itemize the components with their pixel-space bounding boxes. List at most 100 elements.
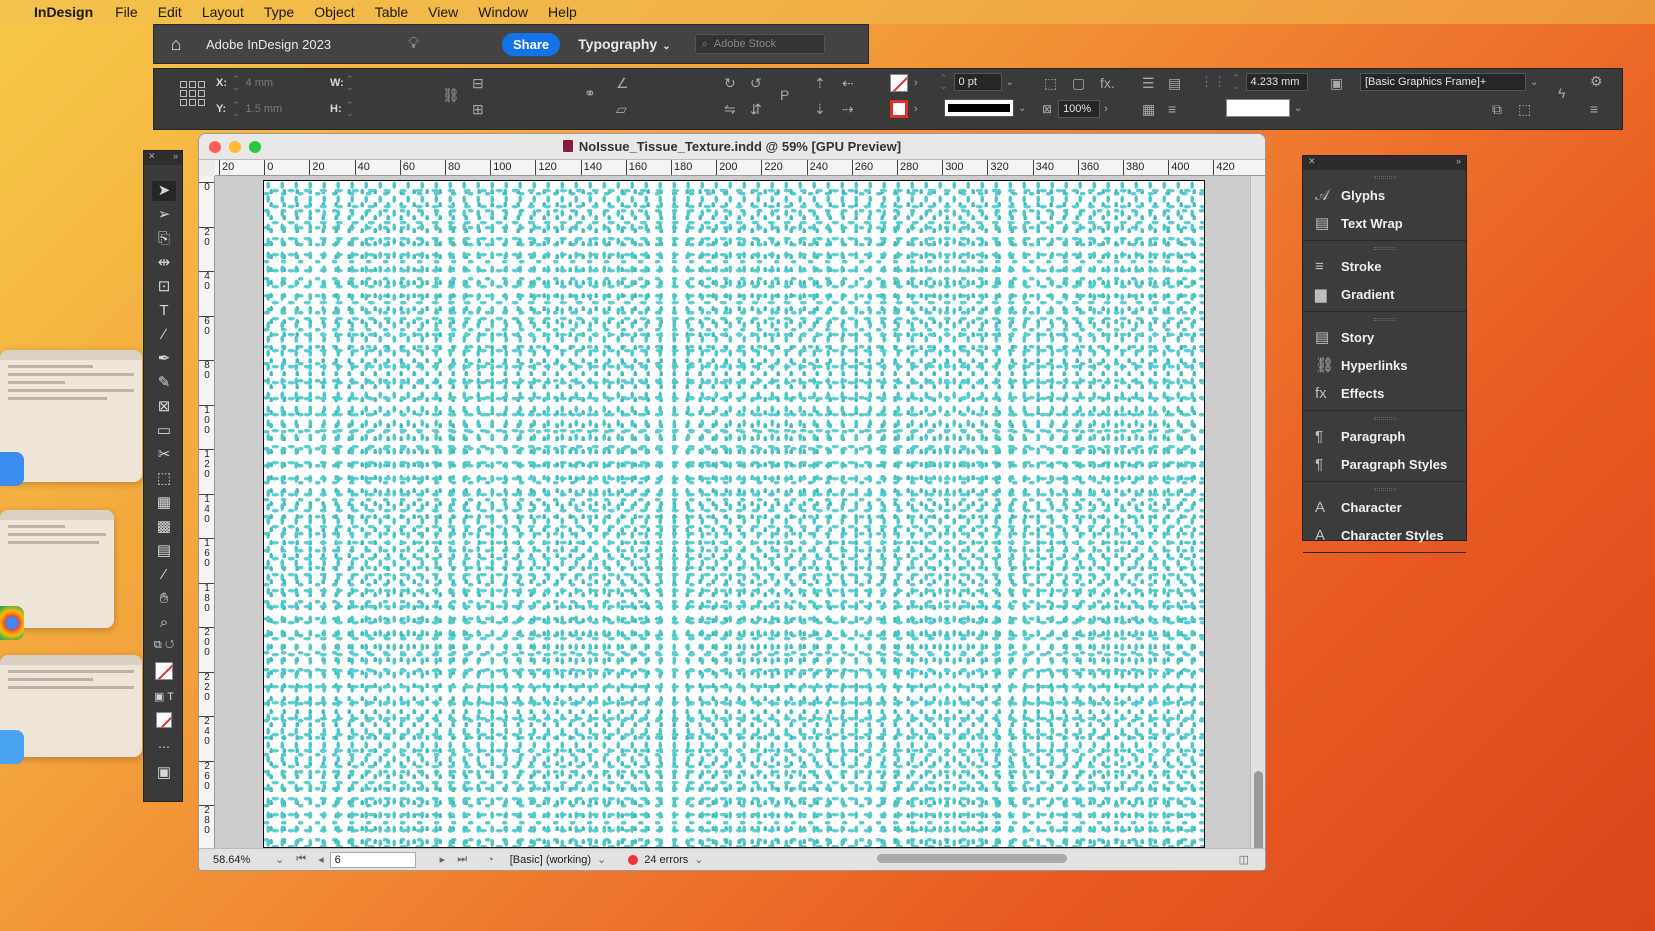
panel-group-grip[interactable] (1373, 318, 1396, 321)
scale-y-icon[interactable]: ⊞ (472, 101, 484, 118)
panel-item-gradient[interactable]: ▆ Gradient (1303, 280, 1466, 308)
collapse-icon[interactable]: » (173, 151, 178, 165)
last-page-icon[interactable]: ⏭ (457, 853, 467, 866)
stroke-align-icon[interactable]: ▢ (1072, 75, 1085, 92)
panel-menu-icon[interactable]: ≡ (1590, 101, 1598, 117)
opacity-value[interactable]: 100% (1058, 100, 1101, 118)
menu-help[interactable]: Help (538, 4, 587, 20)
direct-selection-tool-icon[interactable]: ➢ (152, 205, 176, 225)
free-transform-tool-icon[interactable]: ⬚ (152, 469, 176, 489)
clear-overrides-icon[interactable]: ⧉ (1492, 101, 1502, 118)
constrain-proportions-icon[interactable]: ⛓ (442, 87, 460, 104)
fill-stroke-swatch-icon[interactable] (152, 659, 176, 685)
gradient-swatch-tool-icon[interactable]: ▦ (152, 493, 176, 513)
text-wrap-none-icon[interactable]: ☰ (1142, 75, 1155, 92)
gap-tool-icon[interactable]: ⇹ (152, 253, 176, 273)
eyedropper-tool-icon[interactable]: ⁄ (152, 565, 176, 585)
menu-window[interactable]: Window (468, 4, 538, 20)
previous-page-icon[interactable]: ◂ (318, 853, 324, 866)
scissors-tool-icon[interactable]: ✂ (152, 445, 176, 465)
stroke-type-dropdown[interactable]: ⌄ (944, 99, 1026, 117)
content-collector-icon[interactable]: ⊡ (152, 277, 176, 297)
dimension-field[interactable]: ⋮⋮ ⌃ ⌄ 4.233 mm (1200, 73, 1308, 91)
home-icon[interactable]: ⌂ (154, 34, 198, 55)
rectangle-frame-tool-icon[interactable]: ⊠ (152, 397, 176, 417)
chevron-down-icon[interactable]: ⌄ (1018, 103, 1026, 114)
document-page-tissue-texture[interactable] (263, 180, 1205, 848)
vertical-ruler[interactable]: 0 20 40 60 80 100 120 140 160 180 200 220 240 260 280 (199, 176, 215, 850)
chevron-down-icon[interactable]: ⌄ (1530, 77, 1538, 88)
text-wrap-box-icon[interactable]: ▤ (1168, 75, 1181, 92)
workspace-switcher[interactable]: Typography ⌄ (578, 36, 670, 52)
select-previous-icon[interactable]: ⇠ (842, 75, 854, 92)
height-field[interactable]: H: ⌃ ⌄ (330, 101, 360, 118)
select-next-icon[interactable]: ⇢ (842, 101, 854, 118)
preflight-icon[interactable]: ◔ (487, 854, 494, 866)
rectangle-tool-icon[interactable]: ▭ (152, 421, 176, 441)
mail-app-icon[interactable] (0, 452, 24, 486)
lightbulb-icon[interactable]: 💡︎ (408, 35, 488, 53)
settings-gear-icon[interactable]: ⚙ (1590, 73, 1603, 90)
object-style-value[interactable]: [Basic Graphics Frame]+ (1360, 73, 1526, 91)
stroke-swatch[interactable]: › (890, 100, 918, 118)
fx-effects-icon[interactable]: fx. (1100, 75, 1115, 91)
menu-table[interactable]: Table (365, 4, 418, 20)
stepper-icon[interactable]: ⌃ ⌄ (940, 74, 948, 91)
quick-apply-icon[interactable]: ϟ (1558, 85, 1565, 101)
menu-edit[interactable]: Edit (148, 4, 192, 20)
link-scale-icon[interactable]: ⚭ (584, 85, 596, 102)
horizontal-scrollbar-thumb[interactable] (877, 854, 1067, 863)
stepper-icon[interactable]: ⌃ ⌄ (346, 75, 354, 92)
style-options-icon[interactable]: ⬚ (1518, 101, 1531, 118)
chevron-right-icon[interactable]: › (914, 103, 918, 115)
panel-item-paragraph-styles[interactable]: ¶ Paragraph Styles (1303, 450, 1466, 478)
chevron-down-icon[interactable]: ⌄ (597, 853, 606, 866)
error-count[interactable]: 24 errors (644, 854, 688, 866)
panel-group-grip[interactable] (1373, 488, 1396, 491)
dimension-value[interactable]: 4.233 mm (1245, 73, 1308, 91)
panel-item-character[interactable]: A Character (1303, 493, 1466, 521)
apply-none-icon[interactable] (152, 711, 176, 731)
flip-horizontal-icon[interactable]: ⇋ (724, 101, 736, 118)
width-field[interactable]: W: ⌃ ⌄ (330, 75, 360, 92)
type-tool-icon[interactable]: T (152, 301, 176, 321)
chevron-down-icon[interactable]: ⌄ (275, 853, 284, 866)
panel-item-paragraph[interactable]: ¶ Paragraph (1303, 422, 1466, 450)
menu-object[interactable]: Object (304, 4, 364, 20)
chrome-app-icon[interactable] (0, 606, 24, 640)
formatting-container-icon[interactable]: ▣ T (152, 687, 176, 707)
selection-tool-icon[interactable]: ➤ (152, 181, 176, 201)
stepper-icon[interactable]: ⌃ ⌄ (232, 75, 240, 92)
panel-item-hyperlinks[interactable]: ⛓ Hyperlinks (1303, 351, 1466, 379)
share-button[interactable]: Share (502, 32, 561, 56)
close-icon[interactable]: ✕ (1308, 156, 1316, 170)
menu-view[interactable]: View (418, 4, 468, 20)
pasteboard[interactable] (215, 176, 1250, 850)
chevron-right-icon[interactable]: › (914, 77, 918, 89)
menu-layout[interactable]: Layout (192, 4, 254, 20)
pencil-tool-icon[interactable]: ✎ (152, 373, 176, 393)
horizontal-ruler[interactable]: 20 0 20 40 60 80 100 120 140 160 180 200 220 240 260 28… (215, 160, 1265, 176)
panel-group-grip[interactable] (1373, 176, 1396, 179)
chevron-down-icon[interactable]: ⌄ (1294, 103, 1302, 114)
color-modes-icon[interactable]: ⋯ (152, 737, 176, 757)
hand-tool-icon[interactable]: ✋︎ (152, 589, 176, 609)
auto-fit-dropdown[interactable]: ⌄ (1226, 99, 1302, 117)
select-content-icon[interactable]: ⇣ (814, 101, 826, 118)
chevron-right-icon[interactable]: › (1104, 103, 1108, 115)
chevron-down-icon[interactable]: ⌄ (1006, 77, 1014, 88)
shear-angle-icon[interactable]: ▱ (616, 101, 627, 118)
split-window-icon[interactable]: ◫ (1239, 853, 1249, 866)
chevron-down-icon[interactable]: ⌄ (694, 853, 703, 866)
close-icon[interactable]: ✕ (148, 151, 156, 165)
preflight-profile[interactable]: [Basic] (working) (510, 854, 591, 866)
opacity-field[interactable]: ⊠ 100% › (1042, 100, 1108, 118)
page-number-field[interactable]: 6 (329, 851, 416, 868)
menu-app-name[interactable]: InDesign (34, 4, 105, 20)
stepper-icon[interactable]: ⌃ ⌄ (232, 101, 240, 118)
menu-file[interactable]: File (105, 4, 148, 20)
stepper-icon[interactable]: ⌃ ⌄ (346, 101, 354, 118)
panel-item-stroke[interactable]: ≡ Stroke (1303, 252, 1466, 280)
scale-x-icon[interactable]: ⊟ (472, 75, 484, 92)
text-wrap-shape-icon[interactable]: ▦ (1142, 101, 1155, 118)
